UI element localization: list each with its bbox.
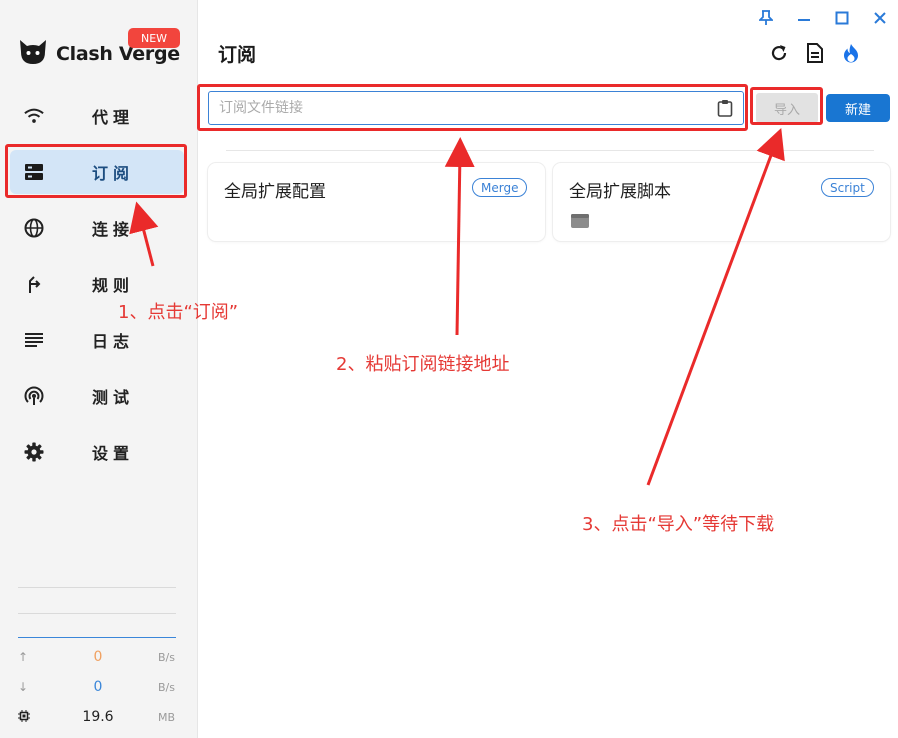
sidebar-item-label: 规则 [92, 276, 135, 295]
pin-icon[interactable] [756, 8, 776, 28]
upload-speed: ↑ 0 B/s [18, 647, 178, 667]
sidebar-divider [18, 613, 176, 614]
sidebar-item-test[interactable]: 测试 [0, 368, 198, 424]
sidebar-item-label: 设置 [92, 444, 135, 463]
sidebar-item-label: 连接 [92, 220, 135, 239]
upload-unit: B/s [158, 650, 175, 664]
new-badge: NEW [128, 28, 180, 48]
arrow-up-icon: ↑ [18, 650, 29, 664]
sidebar-item-label: 测试 [92, 388, 135, 407]
card-title: 全局扩展配置 [224, 182, 326, 202]
upload-value: 0 [93, 649, 103, 665]
download-speed: ↓ 0 B/s [18, 677, 178, 697]
sidebar-item-label: 日志 [92, 332, 135, 351]
memory-chip-icon [18, 709, 34, 725]
memory-usage: 19.6 MB [18, 707, 178, 727]
file-icon [571, 213, 589, 232]
annotation-step1: 1、点击“订阅” [118, 302, 239, 323]
sidebar-item-proxy[interactable]: 代理 [0, 88, 198, 144]
new-button[interactable]: 新建 [826, 94, 890, 122]
minimize-icon[interactable] [794, 8, 814, 28]
annotation-step2: 2、粘贴订阅链接地址 [336, 354, 510, 375]
close-icon[interactable] [870, 8, 890, 28]
sidebar-item-label: 订阅 [92, 164, 135, 183]
cat-logo-icon [18, 38, 48, 70]
annotation-step3: 3、点击“导入”等待下载 [582, 514, 775, 535]
radar-icon [24, 386, 44, 406]
sidebar-item-settings[interactable]: 设置 [0, 424, 198, 480]
sidebar-item-connections[interactable]: 连接 [0, 200, 198, 256]
subject-icon [24, 330, 44, 350]
header-actions [768, 42, 862, 64]
gear-icon [24, 442, 44, 462]
maximize-icon[interactable] [832, 8, 852, 28]
fork-icon [24, 274, 44, 294]
annotation-highlight-import [750, 87, 823, 125]
page-title: 订阅 [218, 44, 257, 66]
type-chip: Merge [472, 178, 528, 197]
sidebar-item-label: 代理 [92, 108, 135, 127]
globe-icon [24, 218, 44, 238]
flame-icon[interactable] [840, 42, 862, 64]
refresh-icon[interactable] [768, 42, 790, 64]
download-unit: B/s [158, 680, 175, 694]
window-controls [756, 8, 890, 28]
traffic-graph-line [18, 637, 176, 638]
wifi-icon [24, 106, 44, 126]
profile-card-merge[interactable]: 全局扩展配置 Merge [208, 163, 545, 241]
content-divider [226, 150, 874, 151]
sidebar: Clash Verge NEW 代理 订阅 连接 规则 日志 测试 设置 ↑ 0… [0, 0, 198, 738]
memory-value: 19.6 [82, 709, 114, 725]
dns-icon [24, 162, 44, 182]
profile-card-script[interactable]: 全局扩展脚本 Script [553, 163, 890, 241]
card-title: 全局扩展脚本 [569, 182, 671, 202]
memory-unit: MB [158, 710, 176, 724]
download-value: 0 [93, 679, 103, 695]
file-text-icon[interactable] [804, 42, 826, 64]
annotation-highlight-url [197, 84, 748, 131]
arrow-down-icon: ↓ [18, 680, 29, 694]
sidebar-divider [18, 587, 176, 588]
type-chip: Script [821, 178, 874, 197]
